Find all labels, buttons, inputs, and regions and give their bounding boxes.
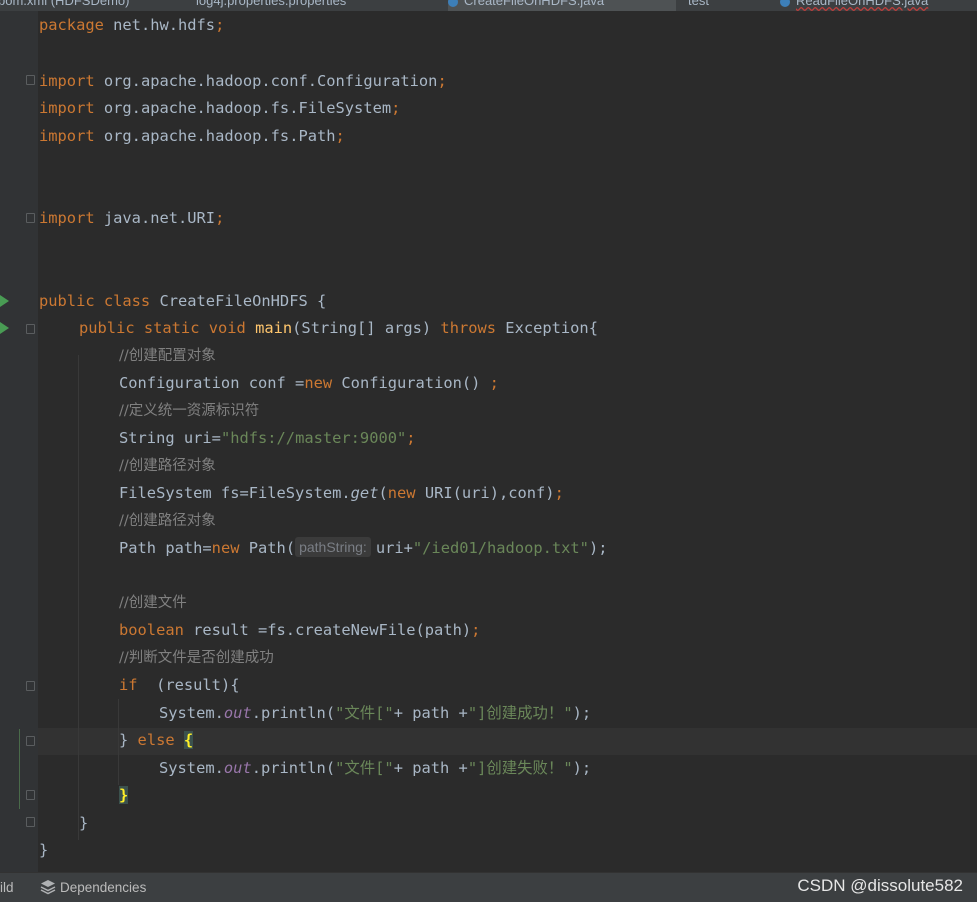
code-line-package: package net.hw.hdfs; (39, 16, 225, 34)
code-line-import: import org.apache.hadoop.fs.Path; (39, 127, 345, 145)
tab-test[interactable]: test (688, 0, 758, 11)
code-line-class-close: } (39, 841, 49, 859)
code-line-import: import org.apache.hadoop.fs.FileSystem; (39, 99, 401, 117)
code-line-uri: String uri="hdfs://master:9000"; (119, 429, 416, 447)
code-comment: //判断文件是否创建成功 (119, 650, 274, 666)
fold-icon[interactable] (26, 213, 35, 223)
dependencies-tool-button[interactable]: Dependencies (40, 873, 146, 902)
code-comment: //创建路径对象 (119, 513, 216, 529)
run-main-icon[interactable] (0, 322, 9, 334)
code-line-println-success: System.out.println("文件["+ path +"]创建成功！"… (159, 704, 592, 722)
code-line-import: import org.apache.hadoop.conf.Configurat… (39, 72, 447, 90)
code-line-else: } else { (119, 731, 194, 749)
fold-icon[interactable] (26, 736, 35, 746)
tab-create-file-on-hdfs[interactable]: CreateFileOnHDFS.java (448, 0, 676, 11)
code-line-main-method: public static void main(String[] args) t… (79, 319, 598, 337)
fold-icon[interactable] (26, 817, 35, 827)
fold-icon[interactable] (26, 324, 35, 334)
fold-icon[interactable] (26, 790, 35, 800)
code-line-println-fail: System.out.println("文件["+ path +"]创建失败！"… (159, 759, 592, 777)
code-comment: //创建配置对象 (119, 348, 216, 364)
fold-icon[interactable] (26, 681, 35, 691)
code-comment: //创建文件 (119, 595, 187, 611)
code-line-if: if (result){ (119, 676, 240, 694)
tool-window-bar: ild Dependencies CSDN @dissolute582 (0, 872, 977, 902)
code-line-else-close: } (119, 786, 129, 804)
indent-guide (78, 355, 79, 840)
tab-pom-xml[interactable]: pom.xml (HDFSDemo) (0, 0, 158, 11)
parameter-hint: pathString: (295, 537, 371, 557)
watermark: CSDN @dissolute582 (797, 876, 963, 895)
code-line-method-close: } (79, 814, 89, 832)
code-comment: //定义统一资源标识符 (119, 403, 260, 419)
code-line-filesystem: FileSystem fs=FileSystem.get(new URI(uri… (119, 484, 564, 502)
change-marker (19, 729, 20, 809)
java-class-icon (448, 0, 458, 7)
tab-read-file-on-hdfs[interactable]: ReadFileOnHDFS.java (780, 0, 977, 11)
indent-guide (118, 755, 119, 785)
fold-icon[interactable] (26, 75, 35, 85)
layers-icon (40, 880, 56, 895)
build-tool-button[interactable]: ild (0, 873, 14, 902)
editor-tab-bar: pom.xml (HDFSDemo) log4j.properties.prop… (0, 0, 977, 11)
tab-log4j-properties[interactable]: log4j.properties.properties (196, 0, 426, 11)
code-comment: //创建路径对象 (119, 458, 216, 474)
code-line-conf: Configuration conf =new Configuration() … (119, 374, 499, 392)
code-line-path: Path path=new Path(pathString: uri+"/ied0… (119, 537, 608, 557)
code-line-create-file: boolean result =fs.createNewFile(path); (119, 621, 481, 639)
java-class-icon (780, 0, 790, 7)
code-editor[interactable]: package net.hw.hdfs; import org.apache.h… (0, 11, 977, 872)
code-line-class-declaration: public class CreateFileOnHDFS { (39, 292, 327, 310)
code-line-import: import java.net.URI; (39, 209, 225, 227)
run-class-icon[interactable] (0, 295, 9, 307)
